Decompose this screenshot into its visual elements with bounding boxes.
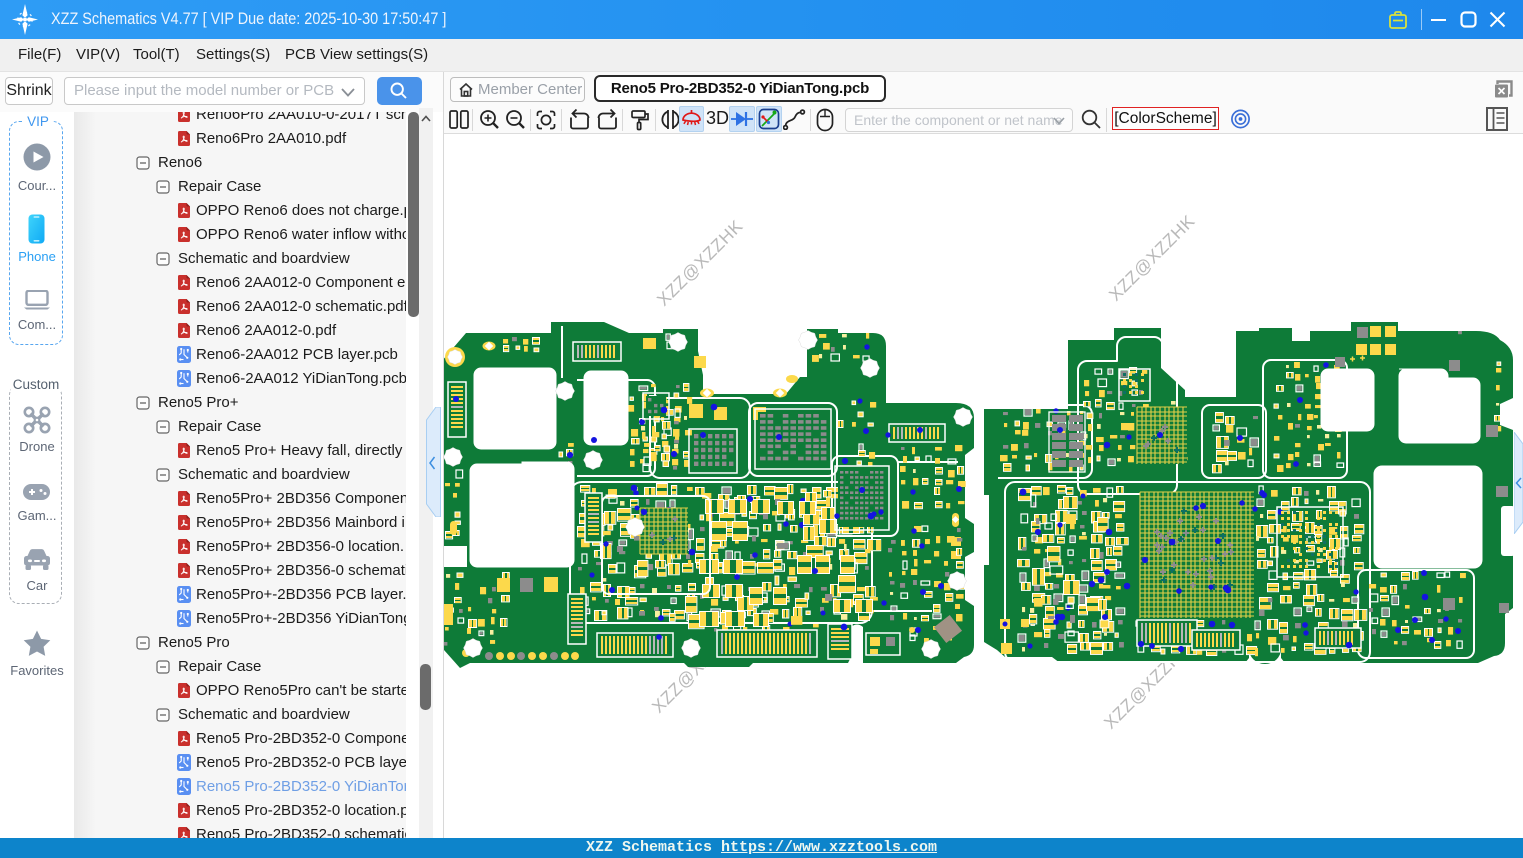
svg-text:XZZ@XZZHK: XZZ@XZZHK bbox=[1105, 211, 1199, 305]
svg-text:XZZ@XZZHK: XZZ@XZZHK bbox=[653, 216, 747, 310]
